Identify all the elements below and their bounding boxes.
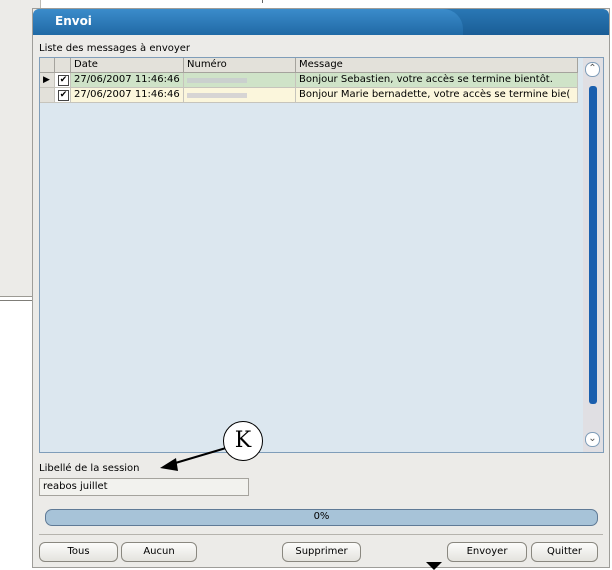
annotation-arrow-bottom — [426, 562, 442, 570]
annotation-marker-k: K — [223, 421, 263, 461]
annotation-overlay — [160, 447, 442, 570]
annotation-arrow-line — [171, 447, 227, 465]
annotation-arrowhead — [160, 458, 178, 471]
